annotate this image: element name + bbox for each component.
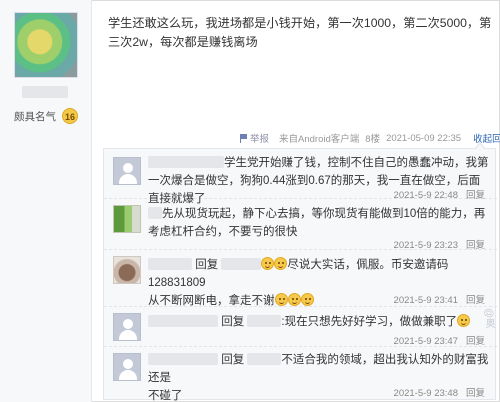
reply-body: 尽说大实话，佩服。币安邀请码128831809 bbox=[148, 259, 449, 289]
post-tail: 举报 来自Android客户端 8楼 2021-05-09 22:35 收起回复 bbox=[240, 131, 500, 145]
target-username-redacted[interactable] bbox=[221, 258, 262, 270]
username-redacted[interactable] bbox=[148, 353, 218, 365]
reply-body: :现在只想先好好学习，做做兼职了 bbox=[281, 316, 458, 328]
reply-item: 回复 不适合我的领域，超出我认知外的财富我还是 不碰了 2021-5-9 23:… bbox=[104, 347, 497, 402]
report-button[interactable]: 举报 bbox=[240, 131, 269, 145]
reply-list: 学生党开始赚了钱，控制不住自己的愚蠢冲动，我第一次爆合是做空，狗狗0.44涨到0… bbox=[103, 142, 497, 402]
smile-emoji-icon bbox=[300, 293, 314, 306]
reply-text: 先从现货玩起，静下心去搞，等你现货有能做到10倍的能力，再考虑杠杆合约，不要亏的… bbox=[148, 205, 490, 241]
reply-prefix: 回复 bbox=[195, 259, 219, 271]
author-avatar[interactable] bbox=[14, 12, 78, 78]
reply-button[interactable]: 回复 bbox=[466, 388, 485, 399]
reply-body-cont: 从不断网断电，拿走不谢 bbox=[148, 295, 275, 307]
level-badge-icon: 16 bbox=[62, 108, 78, 124]
target-username-redacted[interactable] bbox=[247, 315, 282, 327]
smile-emoji-icon bbox=[261, 257, 275, 270]
post-content: 学生还敢这么玩，我进场都是小钱开始，第一次1000，第二次5000，第三次2w，… bbox=[108, 16, 492, 49]
reply-item: 回复 尽说大实话，佩服。币安邀请码128831809 从不断网断电，拿走不谢 2… bbox=[104, 250, 497, 307]
reply-prefix: 回复 bbox=[221, 316, 245, 328]
reply-meta: 2021-5-9 23:48 回复 bbox=[394, 385, 485, 399]
smile-emoji-icon bbox=[274, 293, 288, 306]
reply-prefix: 回复 bbox=[221, 354, 245, 366]
username-redacted[interactable] bbox=[148, 207, 162, 219]
post-time: 2021-05-09 22:35 bbox=[386, 132, 462, 144]
reply-body-cont: 不碰了 bbox=[148, 390, 183, 402]
user-avatar[interactable] bbox=[113, 205, 141, 233]
client-source[interactable]: 来自Android客户端 bbox=[279, 131, 359, 145]
user-avatar[interactable] bbox=[113, 313, 141, 341]
author-rank: 颇具名气 16 bbox=[14, 108, 78, 124]
reply-meta: 2021-5-9 23:47 回复 bbox=[394, 333, 485, 347]
reply-time: 2021-5-9 23:41 bbox=[393, 295, 458, 306]
reply-text: 回复 :现在只想先好好学习，做做兼职了 bbox=[148, 313, 490, 331]
flag-icon bbox=[240, 133, 247, 143]
reply-item: 先从现货玩起，静下心去搞，等你现货有能做到10倍的能力，再考虑杠杆合约，不要亏的… bbox=[104, 199, 497, 251]
reply-button[interactable]: 回复 bbox=[466, 295, 485, 306]
report-label: 举报 bbox=[250, 134, 270, 145]
watermark: @奥 bbox=[483, 308, 494, 329]
reply-item: 回复 :现在只想先好好学习，做做兼职了 2021-5-9 23:47 回复 bbox=[104, 307, 497, 347]
target-username-redacted[interactable] bbox=[247, 353, 282, 365]
user-avatar[interactable] bbox=[113, 157, 141, 185]
username-redacted[interactable] bbox=[148, 156, 224, 168]
reply-time: 2021-5-9 23:47 bbox=[393, 336, 458, 347]
smile-emoji-icon bbox=[457, 314, 471, 327]
user-avatar[interactable] bbox=[113, 353, 141, 381]
author-column: 颇具名气 16 bbox=[0, 0, 92, 402]
floor-number: 8楼 bbox=[365, 134, 381, 145]
username-redacted[interactable] bbox=[148, 315, 218, 327]
author-name-redacted bbox=[22, 86, 68, 98]
reply-item: 学生党开始赚了钱，控制不住自己的愚蠢冲动，我第一次爆合是做空，狗狗0.44涨到0… bbox=[104, 149, 497, 205]
reply-body: 先从现货玩起，静下心去搞，等你现货有能做到10倍的能力，再考虑杠杆合约，不要亏的… bbox=[148, 208, 486, 238]
smile-emoji-icon bbox=[287, 293, 301, 306]
smile-emoji-icon bbox=[274, 257, 288, 270]
username-redacted[interactable] bbox=[148, 258, 192, 270]
author-rank-label: 颇具名气 bbox=[14, 110, 56, 123]
reply-meta: 2021-5-9 23:41 回复 bbox=[394, 292, 485, 306]
reply-meta: 2021-5-9 23:23 回复 bbox=[394, 237, 485, 251]
user-avatar[interactable] bbox=[113, 256, 141, 284]
reply-time: 2021-5-9 23:48 bbox=[393, 388, 458, 399]
